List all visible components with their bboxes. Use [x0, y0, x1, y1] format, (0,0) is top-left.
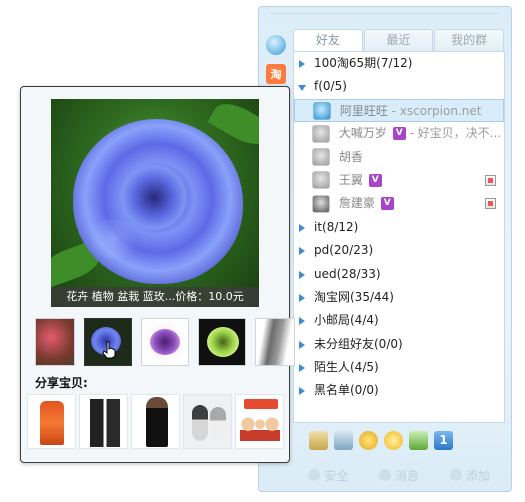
friend-name: 阿里旺旺 [339, 103, 388, 118]
group-row[interactable]: ued(28/33) [294, 263, 504, 286]
thumbnail-blue-rose[interactable] [84, 318, 132, 366]
product-image[interactable]: 花卉 植物 盆栽 蓝玫...价格：10.0元 [51, 99, 259, 307]
tab-recent[interactable]: 最近 [363, 29, 434, 51]
expand-arrow-icon[interactable] [299, 387, 305, 396]
expand-arrow-icon[interactable] [299, 60, 305, 68]
avatar [312, 194, 330, 213]
group-row[interactable]: 小邮局(4/4) [294, 309, 504, 332]
expand-arrow-icon[interactable] [299, 340, 305, 349]
mobile-status-icon [485, 174, 496, 186]
weather-icon[interactable] [359, 431, 378, 450]
collapse-arrow-icon[interactable] [298, 85, 306, 92]
friend-signature: - xscorpion.net [391, 103, 482, 118]
vip-badge-icon: V [368, 173, 382, 187]
avatar [312, 124, 330, 143]
share-label: 分享宝贝: [35, 376, 88, 390]
expand-arrow-icon[interactable] [299, 270, 305, 279]
group-label: 未分组好友(0/0) [314, 336, 403, 351]
product-caption: 花卉 植物 盆栽 蓝玫...价格：10.0元 [51, 287, 259, 307]
contacts-icon[interactable] [334, 431, 353, 450]
expand-arrow-icon[interactable] [299, 247, 305, 256]
message-icon [378, 469, 391, 481]
message-label: 消息 [394, 468, 419, 483]
vip-badge-icon: V [380, 197, 394, 211]
shared-item-black-pants[interactable] [79, 394, 128, 449]
group-label: it(8/12) [314, 219, 359, 234]
thumbnail-gray-scarf[interactable] [255, 318, 295, 366]
message-button[interactable]: 消息 [378, 467, 419, 484]
shop-icon[interactable] [309, 431, 328, 450]
add-label: 添加 [465, 468, 490, 483]
friend-name: 詹建豪 [338, 196, 375, 211]
group-row[interactable]: 黑名单(0/0) [294, 379, 504, 402]
shared-item-black-dress[interactable] [131, 394, 180, 449]
shared-item-orange-coat[interactable] [27, 394, 76, 449]
friend-name: 王翼 [338, 172, 363, 187]
friend-name: 胡香 [338, 149, 363, 164]
shared-item-doll-figures[interactable] [235, 394, 284, 449]
side-toolbar: 淘 [266, 35, 288, 93]
mobile-status-icon [485, 198, 496, 210]
shield-icon [308, 469, 321, 481]
expand-arrow-icon[interactable] [299, 223, 305, 232]
thumbnail-strip [35, 318, 295, 366]
friend-row[interactable]: 詹建豪 V [294, 192, 504, 215]
hand-cursor-icon [102, 341, 116, 359]
group-label: pd(20/23) [314, 243, 374, 258]
group-row[interactable]: 陌生人(4/5) [294, 356, 504, 379]
avatar [312, 171, 330, 190]
group-label: 陌生人(4/5) [314, 360, 379, 375]
tab-friends[interactable]: 好友 [293, 29, 363, 51]
add-button[interactable]: 添加 [449, 467, 490, 484]
expand-arrow-icon[interactable] [299, 364, 305, 373]
friend-name: 大喊万岁 [338, 126, 387, 141]
product-preview-popup: 花卉 植物 盆栽 蓝玫...价格：10.0元 分享宝贝: [20, 86, 295, 463]
friend-list: 100淘65期(7/12) f(0/5) 阿里旺旺 - xscorpion.ne… [293, 51, 505, 423]
group-label: 小邮局(4/4) [314, 313, 379, 328]
thumbnail-green-rose[interactable] [198, 318, 246, 366]
shared-item-cat-figurines[interactable] [183, 394, 232, 449]
tab-my-groups[interactable]: 我的群 [434, 29, 505, 51]
friend-row[interactable]: 胡香 [294, 146, 504, 169]
game-icon[interactable] [409, 431, 428, 450]
group-label: f(0/5) [314, 79, 347, 94]
group-row[interactable]: 100淘65期(7/12) [294, 52, 504, 75]
group-label: ued(28/33) [314, 266, 381, 281]
expand-arrow-icon[interactable] [299, 317, 305, 326]
group-row[interactable]: f(0/5) [294, 75, 504, 98]
panel-toolbar [271, 13, 499, 23]
friend-signature: - 好宝贝，决不... [409, 126, 502, 141]
blue-rose-image [73, 119, 243, 284]
expand-arrow-icon[interactable] [299, 293, 305, 302]
security-button[interactable]: 安全 [308, 467, 348, 484]
vip-badge-icon: V [392, 127, 406, 141]
tab-bar: 好友 最近 我的群 [293, 29, 505, 51]
friend-row[interactable]: 王翼 V [294, 169, 504, 192]
sun-icon[interactable] [384, 431, 403, 450]
friend-row[interactable]: 阿里旺旺 - xscorpion.net [294, 98, 504, 123]
security-label: 安全 [324, 468, 349, 483]
thumbnail-purple-rose[interactable] [141, 318, 189, 366]
group-row[interactable]: 淘宝网(35/44) [294, 286, 504, 309]
plugin-bar: 1 [293, 431, 505, 455]
shared-items [27, 394, 284, 449]
group-row[interactable]: pd(20/23) [294, 239, 504, 262]
thumbnail-pink-flowers[interactable] [35, 318, 75, 366]
avatar [312, 148, 330, 167]
tao-icon[interactable]: 淘 [266, 64, 286, 84]
group-label: 100淘65期(7/12) [314, 56, 413, 70]
info-icon[interactable]: 1 [434, 431, 453, 450]
group-row[interactable]: it(8/12) [294, 216, 504, 239]
group-label: 淘宝网(35/44) [314, 289, 394, 304]
avatar [313, 102, 331, 121]
smile-icon[interactable] [266, 35, 286, 55]
status-bar: 安全 消息 添加 [293, 463, 505, 487]
group-label: 黑名单(0/0) [314, 383, 379, 398]
add-icon [449, 469, 462, 481]
friend-row[interactable]: 大喊万岁 V - 好宝贝，决不... [294, 122, 504, 145]
friend-panel: 淘 好友 最近 我的群 100淘65期(7/12) f(0/5) 阿里旺旺 - … [258, 6, 512, 492]
group-row[interactable]: 未分组好友(0/0) [294, 333, 504, 356]
